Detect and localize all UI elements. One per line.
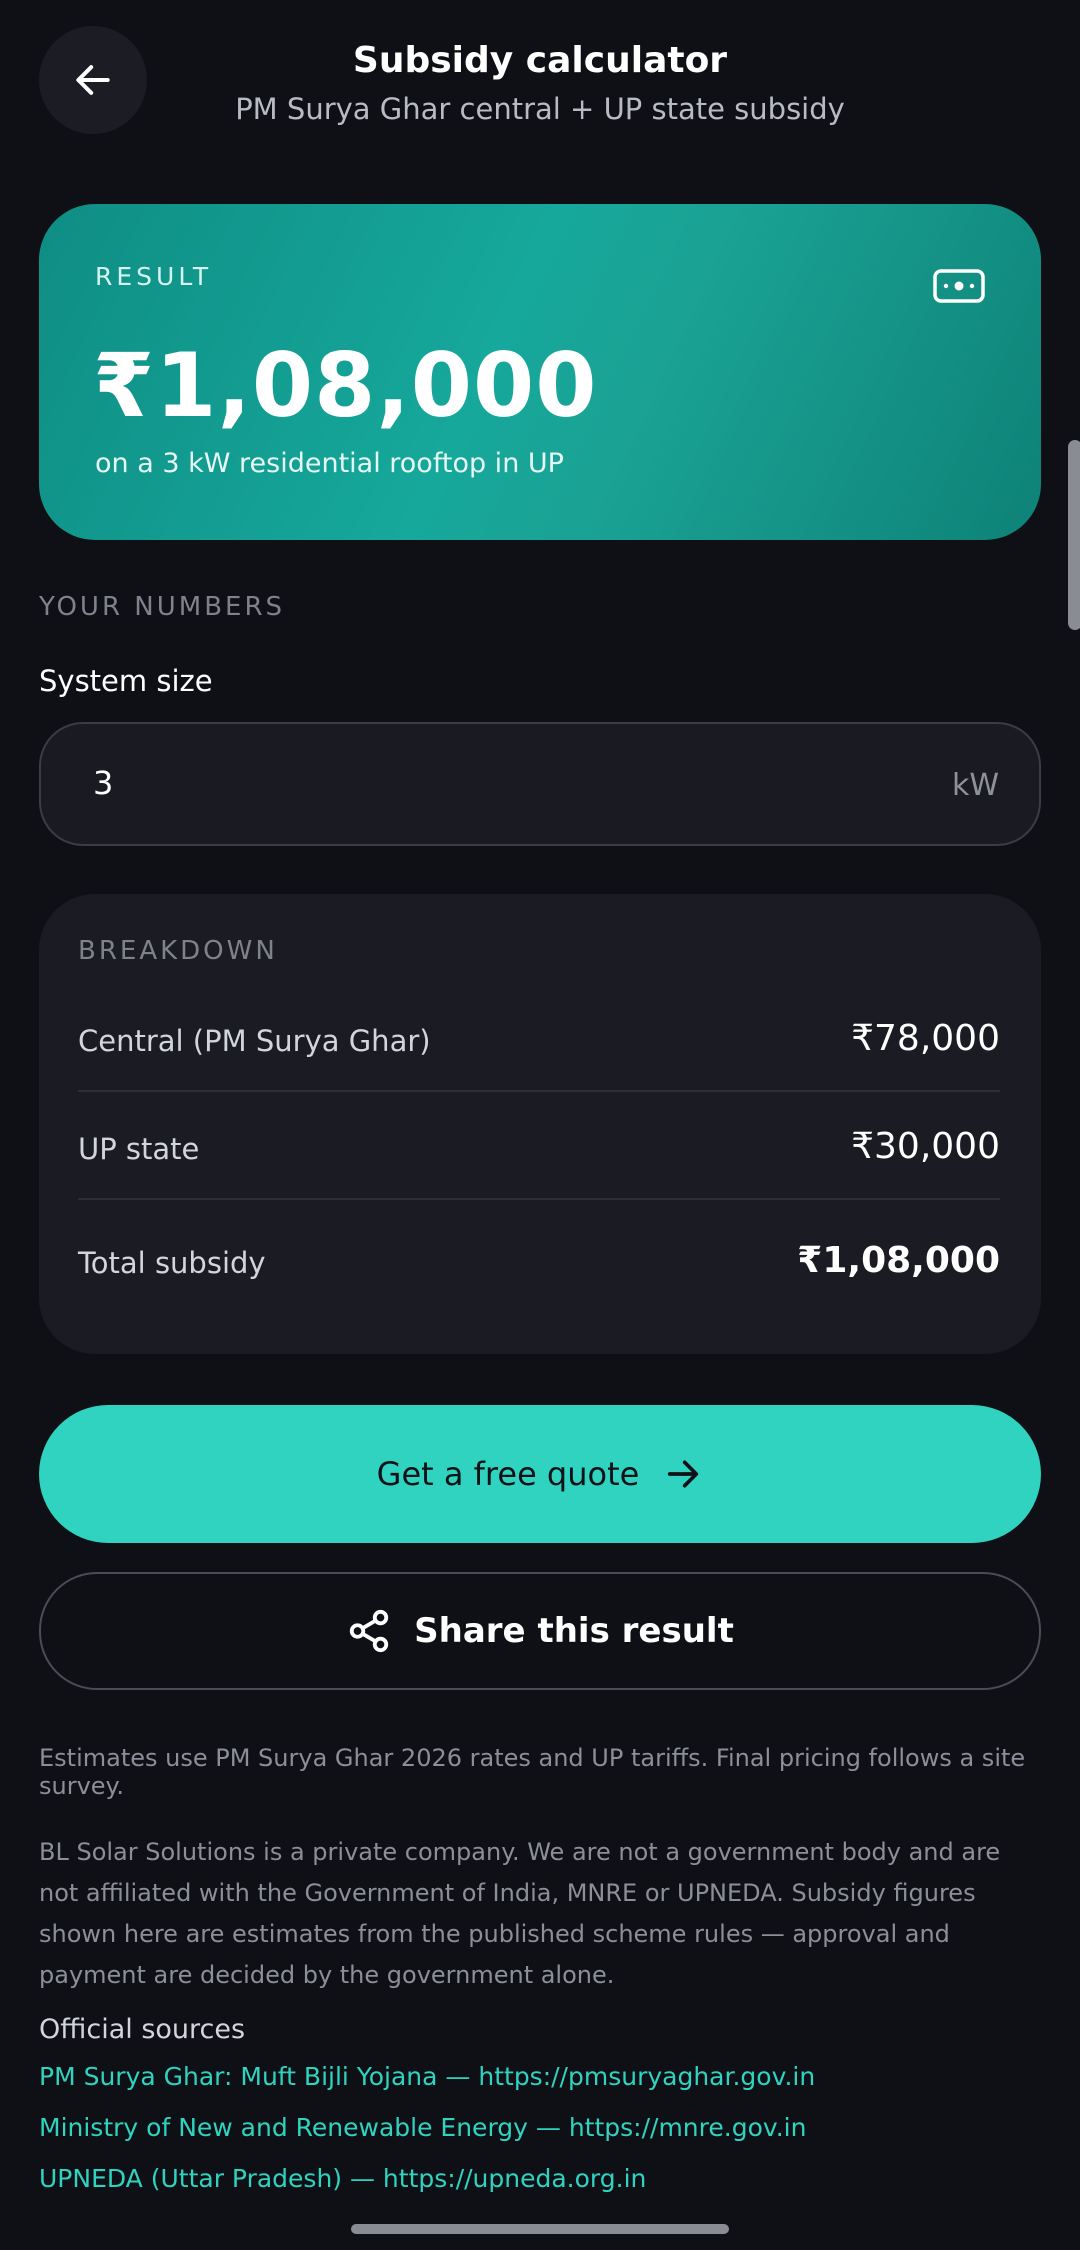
breakdown-label: BREAKDOWN xyxy=(78,936,278,966)
breakdown-card: BREAKDOWN Central (PM Surya Ghar) ₹78,00… xyxy=(39,894,1041,1354)
share-result-label: Share this result xyxy=(414,1611,734,1651)
result-card: RESULT ₹1,08,000 on a 3 kW residential r… xyxy=(39,204,1041,540)
page-subtitle: PM Surya Ghar central + UP state subsidy xyxy=(235,92,845,126)
system-size-unit: kW xyxy=(951,768,999,803)
get-quote-button[interactable]: Get a free quote xyxy=(39,1405,1041,1543)
page-title: Subsidy calculator xyxy=(352,40,728,81)
official-sources-title: Official sources xyxy=(39,2014,246,2045)
cash-icon xyxy=(933,269,985,303)
arrow-right-icon xyxy=(668,1460,699,1488)
system-size-value[interactable]: 3 xyxy=(93,764,113,802)
result-note: on a 3 kW residential rooftop in UP xyxy=(95,448,564,479)
divider xyxy=(78,1090,1000,1092)
system-size-input[interactable]: 3 kW xyxy=(39,722,1041,846)
estimate-note: Estimates use PM Surya Ghar 2026 rates a… xyxy=(39,1744,1026,1800)
home-indicator[interactable] xyxy=(351,2224,729,2234)
breakdown-row-state: UP state ₹30,000 xyxy=(78,1118,1000,1178)
breakdown-row-value: ₹78,000 xyxy=(851,1018,1000,1059)
breakdown-row-name: UP state xyxy=(78,1132,200,1166)
breakdown-row-total: Total subsidy ₹1,08,000 xyxy=(78,1232,1000,1292)
source-link-upneda[interactable]: UPNEDA (Uttar Pradesh) — https://upneda.… xyxy=(39,2164,646,2193)
breakdown-row-value: ₹30,000 xyxy=(851,1126,1000,1167)
get-quote-label: Get a free quote xyxy=(376,1455,640,1493)
breakdown-row-value: ₹1,08,000 xyxy=(797,1240,1000,1281)
scrollbar-thumb[interactable] xyxy=(1068,440,1080,630)
breakdown-row-central: Central (PM Surya Ghar) ₹78,000 xyxy=(78,1010,1000,1070)
source-link-mnre[interactable]: Ministry of New and Renewable Energy — h… xyxy=(39,2113,806,2142)
breakdown-row-name: Central (PM Surya Ghar) xyxy=(78,1024,431,1058)
breakdown-row-name: Total subsidy xyxy=(78,1246,266,1280)
share-icon xyxy=(349,1609,389,1653)
divider xyxy=(78,1198,1000,1200)
result-label: RESULT xyxy=(95,262,213,291)
result-amount: ₹1,08,000 xyxy=(93,334,598,437)
source-link-pmsuryaghar[interactable]: PM Surya Ghar: Muft Bijli Yojana — https… xyxy=(39,2062,815,2091)
your-numbers-label: YOUR NUMBERS xyxy=(39,592,286,622)
disclaimer-text: BL Solar Solutions is a private company.… xyxy=(39,1838,1001,1989)
system-size-label: System size xyxy=(39,664,213,698)
share-result-button[interactable]: Share this result xyxy=(39,1572,1041,1690)
